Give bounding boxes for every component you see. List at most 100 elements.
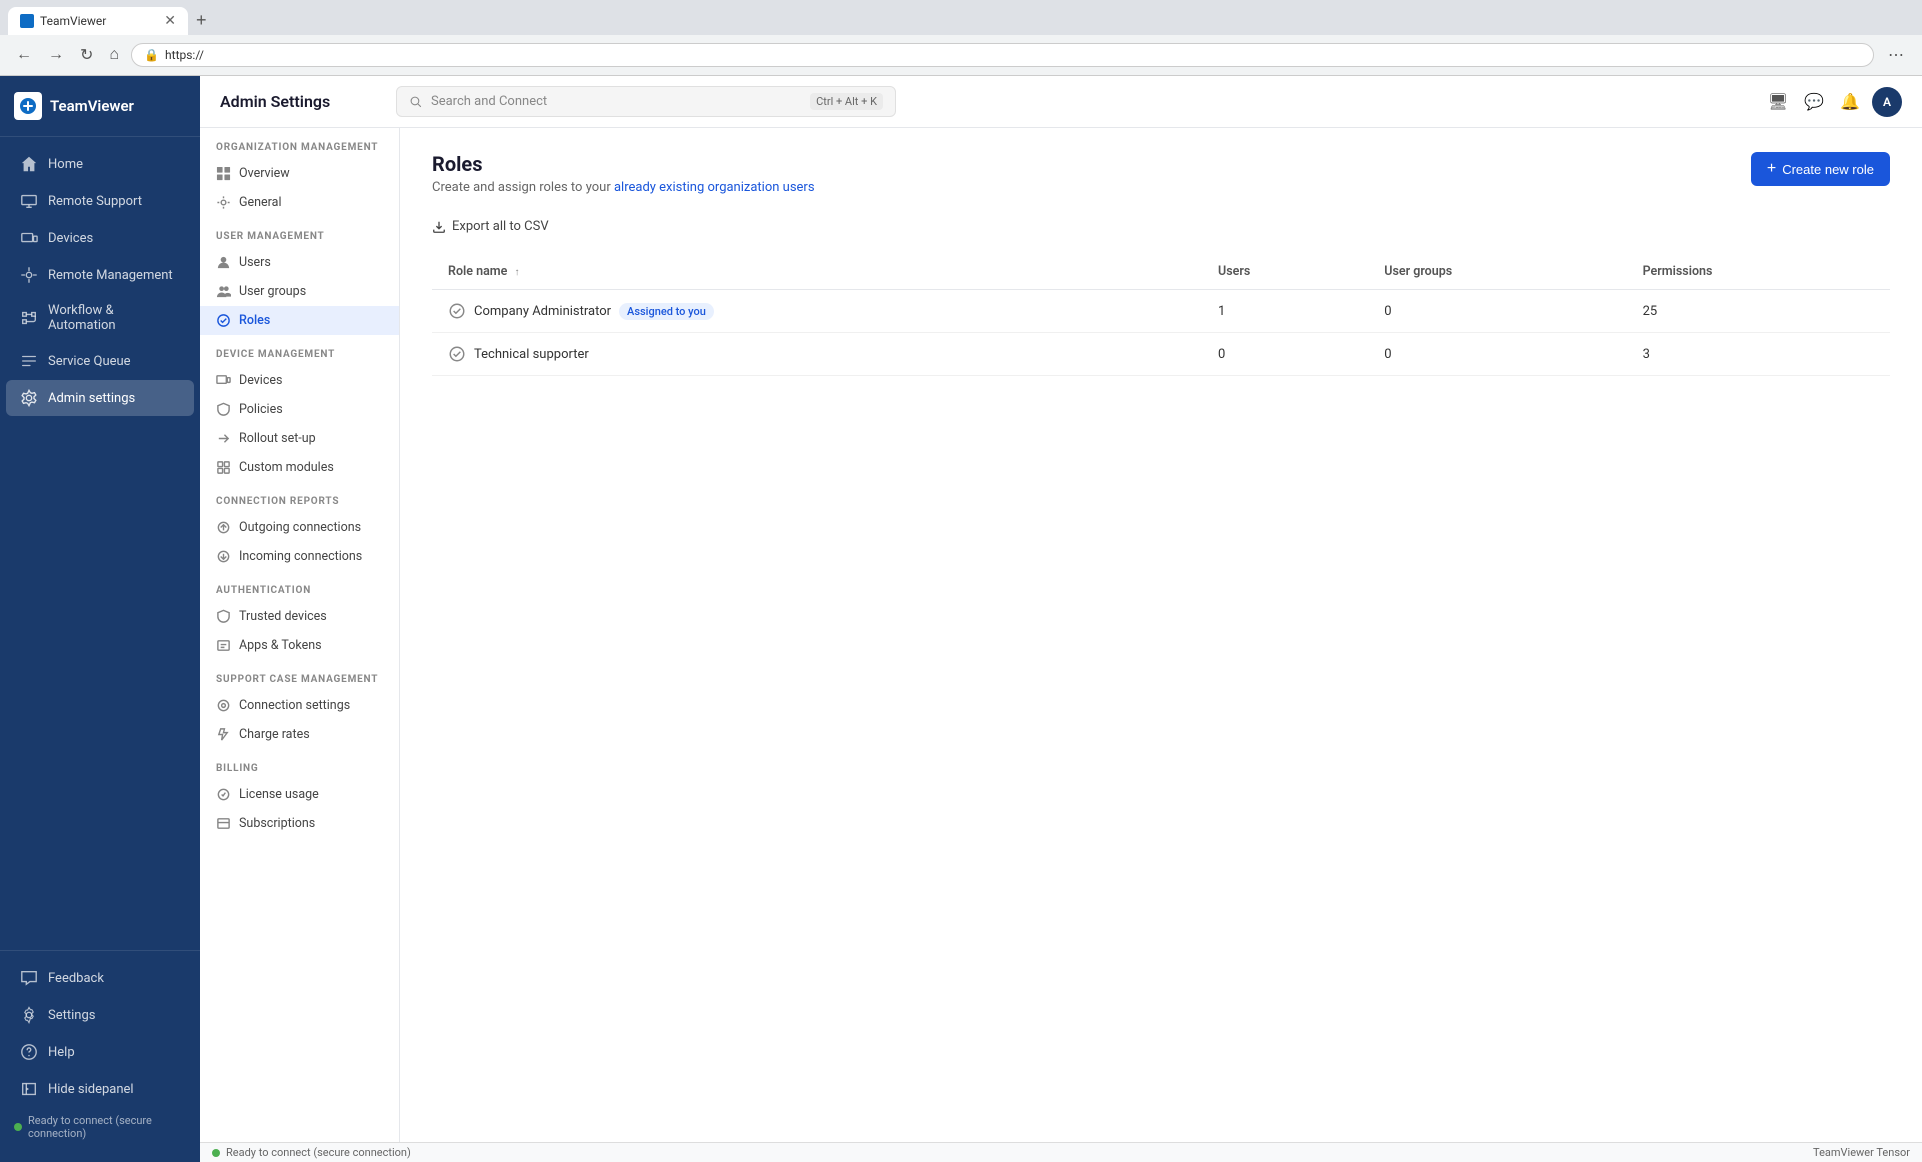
side-item-user-groups[interactable]: User groups (200, 277, 399, 306)
address-bar[interactable]: 🔒 https:// (131, 43, 1874, 67)
role-user-groups-cell: 0 (1368, 290, 1626, 333)
lock-icon: 🔒 (144, 48, 159, 62)
side-item-roles-label: Roles (239, 313, 270, 328)
header-actions: 🖥 💬 🔔 A (1764, 87, 1902, 117)
side-item-connection-settings[interactable]: Connection settings (200, 691, 399, 720)
nav-home-button[interactable]: ⌂ (105, 42, 123, 68)
sidebar-item-workflow[interactable]: Workflow & Automation (6, 294, 194, 342)
sidebar-item-admin-settings-label: Admin settings (48, 391, 135, 406)
status-dot-icon (14, 1123, 22, 1131)
sidebar-item-settings[interactable]: Settings (6, 997, 194, 1033)
role-row-icon (448, 345, 466, 363)
sidebar-item-help[interactable]: Help (6, 1034, 194, 1070)
monitor-icon[interactable]: 🖥 (1764, 87, 1792, 117)
plus-icon: + (1767, 160, 1776, 178)
side-item-custom-modules[interactable]: Custom modules (200, 453, 399, 482)
side-item-general-label: General (239, 195, 282, 210)
app-container: TeamViewer Home Remote Support (0, 76, 1922, 1162)
side-item-general[interactable]: General (200, 188, 399, 217)
new-tab-button[interactable]: + (188, 6, 215, 35)
table-header-row: Role name ↑ Users User groups Permission… (432, 254, 1890, 290)
table-row[interactable]: Company Administrator Assigned to you 1 … (432, 290, 1890, 333)
side-item-incoming[interactable]: Incoming connections (200, 542, 399, 571)
sidebar-item-remote-management[interactable]: Remote Management (6, 257, 194, 293)
browser-settings-icon[interactable]: ⋯ (1882, 41, 1910, 69)
side-item-trusted-devices-label: Trusted devices (239, 609, 327, 624)
page-title: Admin Settings (220, 92, 380, 111)
role-name-cell: Technical supporter (432, 333, 1202, 376)
license-icon (216, 787, 231, 802)
browser-tab-active[interactable]: TeamViewer ✕ (8, 7, 188, 35)
sidebar-item-settings-label: Settings (48, 1008, 95, 1023)
side-item-users[interactable]: Users (200, 248, 399, 277)
section-user-mgmt-label: USER MANAGEMENT (200, 217, 399, 248)
table-row[interactable]: Technical supporter 0 0 3 (432, 333, 1890, 376)
col-permissions: Permissions (1627, 254, 1890, 290)
side-item-apps-tokens-label: Apps & Tokens (239, 638, 322, 653)
search-icon (409, 95, 423, 109)
device-icon (216, 373, 231, 388)
sidebar-item-remote-support[interactable]: Remote Support (6, 183, 194, 219)
tab-title: TeamViewer (40, 14, 158, 28)
side-item-incoming-label: Incoming connections (239, 549, 362, 564)
sidebar-item-feedback[interactable]: Feedback (6, 960, 194, 996)
assigned-badge: Assigned to you (619, 303, 714, 320)
sidebar-item-admin-settings[interactable]: Admin settings (6, 380, 194, 416)
side-item-policies-label: Policies (239, 402, 283, 417)
side-item-apps-tokens[interactable]: Apps & Tokens (200, 631, 399, 660)
side-item-connection-settings-label: Connection settings (239, 698, 350, 713)
side-item-subscriptions[interactable]: Subscriptions (200, 809, 399, 838)
side-item-overview[interactable]: Overview (200, 159, 399, 188)
export-csv-button[interactable]: Export all to CSV (432, 215, 1890, 238)
service-queue-icon (20, 352, 38, 370)
sidebar-item-service-queue-label: Service Queue (48, 354, 131, 369)
bell-icon[interactable]: 🔔 (1836, 87, 1864, 117)
search-bar[interactable]: Search and Connect Ctrl + Alt + K (396, 86, 896, 117)
section-connection-reports-label: CONNECTION REPORTS (200, 482, 399, 513)
create-role-button[interactable]: + Create new role (1751, 152, 1890, 186)
role-name-cell: Company Administrator Assigned to you (432, 290, 1202, 333)
status-dot (212, 1149, 220, 1157)
logo-icon (14, 92, 42, 120)
nav-forward-button[interactable]: → (44, 42, 68, 68)
user-groups-icon (216, 284, 231, 299)
nav-back-button[interactable]: ← (12, 42, 36, 68)
avatar[interactable]: A (1872, 87, 1902, 117)
home-icon (20, 155, 38, 173)
tab-close-icon[interactable]: ✕ (164, 13, 176, 29)
hide-sidepanel-icon (20, 1080, 38, 1098)
chat-icon[interactable]: 💬 (1800, 87, 1828, 117)
rollout-icon (216, 431, 231, 446)
sidebar-item-hide-sidepanel[interactable]: Hide sidepanel (6, 1071, 194, 1107)
role-name-text: Technical supporter (474, 347, 589, 362)
side-item-trusted-devices[interactable]: Trusted devices (200, 602, 399, 631)
subtitle-link[interactable]: already existing organization users (614, 180, 815, 195)
nav-refresh-button[interactable]: ↻ (76, 41, 97, 69)
status-text: Ready to connect (secure connection) (28, 1114, 186, 1140)
side-item-charge-rates[interactable]: Charge rates (200, 720, 399, 749)
outgoing-icon (216, 520, 231, 535)
browser-chrome: TeamViewer ✕ + ← → ↻ ⌂ 🔒 https:// ⋯ (0, 0, 1922, 76)
browser-toolbar: ← → ↻ ⌂ 🔒 https:// ⋯ (0, 35, 1922, 76)
section-org-mgmt-label: ORGANIZATION MANAGEMENT (200, 128, 399, 159)
trusted-devices-icon (216, 609, 231, 624)
col-role-name[interactable]: Role name ↑ (432, 254, 1202, 290)
main-content: Roles Create and assign roles to your al… (400, 128, 1922, 1142)
tab-favicon (20, 14, 34, 28)
charge-rates-icon (216, 727, 231, 742)
section-support-case-label: SUPPORT CASE MANAGEMENT (200, 660, 399, 691)
sidebar-status: Ready to connect (secure connection) (0, 1108, 200, 1146)
side-item-rollout[interactable]: Rollout set-up (200, 424, 399, 453)
sidebar-item-service-queue[interactable]: Service Queue (6, 343, 194, 379)
side-item-outgoing[interactable]: Outgoing connections (200, 513, 399, 542)
sidebar-item-devices[interactable]: Devices (6, 220, 194, 256)
side-item-devices[interactable]: Devices (200, 366, 399, 395)
admin-settings-icon (20, 389, 38, 407)
role-permissions-cell: 3 (1627, 333, 1890, 376)
side-item-roles[interactable]: Roles (200, 306, 399, 335)
sidebar-item-home[interactable]: Home (6, 146, 194, 182)
side-item-license[interactable]: License usage (200, 780, 399, 809)
side-item-policies[interactable]: Policies (200, 395, 399, 424)
sidebar-item-workflow-label: Workflow & Automation (48, 303, 180, 333)
devices-icon (20, 229, 38, 247)
